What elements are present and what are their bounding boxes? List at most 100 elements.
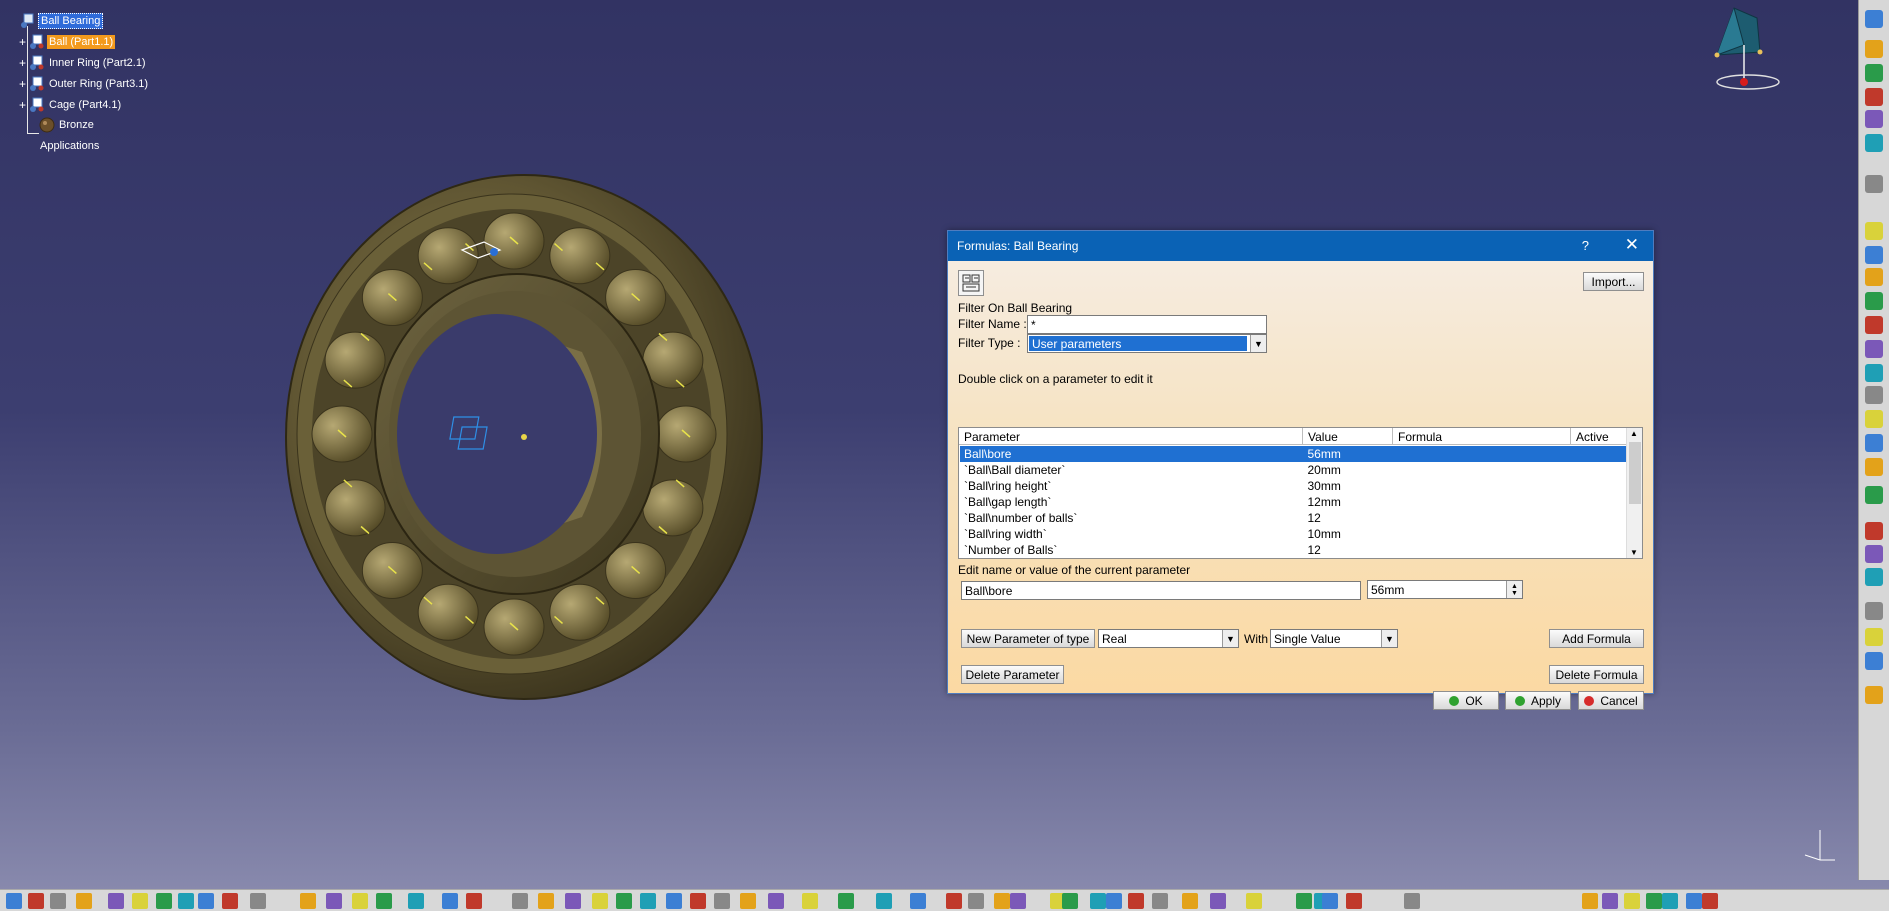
toolbar-tool-icon[interactable]	[1128, 893, 1144, 909]
toolbar-tool-icon[interactable]	[565, 893, 581, 909]
table-scrollbar[interactable]: ▲ ▼	[1626, 428, 1642, 558]
bearing-3d-model[interactable]	[262, 172, 767, 702]
toolbar-tool-icon[interactable]	[352, 893, 368, 909]
toolbar-tool-icon[interactable]	[76, 893, 92, 909]
chevron-down-icon[interactable]: ▼	[1250, 335, 1266, 352]
toolbar-tool-icon[interactable]	[1865, 545, 1883, 563]
toolbar-tool-icon[interactable]	[968, 893, 984, 909]
toolbar-tool-icon[interactable]	[1686, 893, 1702, 909]
toolbar-tool-icon[interactable]	[1602, 893, 1618, 909]
parameter-name-input[interactable]: Ball\bore	[961, 581, 1361, 600]
toolbar-tool-icon[interactable]	[1865, 88, 1883, 106]
tree-item-outer-ring[interactable]: + Outer Ring (Part3.1)	[18, 75, 150, 93]
toolbar-tool-icon[interactable]	[132, 893, 148, 909]
toolbar-tool-icon[interactable]	[1210, 893, 1226, 909]
table-row[interactable]: `Ball\number of balls` 12	[960, 510, 1628, 526]
table-row[interactable]: `Number of Balls` 12	[960, 542, 1628, 558]
toolbar-tool-icon[interactable]	[326, 893, 342, 909]
scroll-thumb[interactable]	[1629, 442, 1641, 504]
tree-root[interactable]: Ball Bearing	[20, 12, 104, 30]
toolbar-tool-icon[interactable]	[1865, 246, 1883, 264]
table-row[interactable]: `Ball\gap length` 12mm	[960, 494, 1628, 510]
toolbar-tool-icon[interactable]	[876, 893, 892, 909]
toolbar-tool-icon[interactable]	[300, 893, 316, 909]
tree-item-label[interactable]: Ball (Part1.1)	[47, 35, 116, 49]
toolbar-tool-icon[interactable]	[1582, 893, 1598, 909]
chevron-down-icon[interactable]: ▼	[1381, 630, 1397, 647]
toolbar-tool-icon[interactable]	[108, 893, 124, 909]
toolbar-tool-icon[interactable]	[994, 893, 1010, 909]
toolbar-tool-icon[interactable]	[740, 893, 756, 909]
toolbar-tool-icon[interactable]	[802, 893, 818, 909]
toolbar-tool-icon[interactable]	[28, 893, 44, 909]
toolbar-tool-icon[interactable]	[1404, 893, 1420, 909]
ok-button[interactable]: OK	[1433, 691, 1499, 710]
expand-icon[interactable]: +	[18, 99, 27, 111]
toolbar-tool-icon[interactable]	[1865, 386, 1883, 404]
tree-item-label[interactable]: Bronze	[57, 118, 96, 132]
filter-name-input[interactable]: *	[1027, 315, 1267, 334]
toolbar-tool-icon[interactable]	[1865, 686, 1883, 704]
toolbar-tool-icon[interactable]	[616, 893, 632, 909]
parameters-table[interactable]: Parameter Value Formula Active Ball\bore…	[958, 427, 1643, 559]
toolbar-tool-icon[interactable]	[1865, 10, 1883, 28]
toolbar-tool-icon[interactable]	[538, 893, 554, 909]
toolbar-tool-icon[interactable]	[1346, 893, 1362, 909]
toolbar-tool-icon[interactable]	[1865, 602, 1883, 620]
parameter-type-select[interactable]: Real ▼	[1098, 629, 1239, 648]
toolbar-tool-icon[interactable]	[376, 893, 392, 909]
tree-item-cage[interactable]: + Cage (Part4.1)	[18, 96, 123, 114]
column-header[interactable]: Active	[1571, 428, 1628, 445]
toolbar-tool-icon[interactable]	[1865, 568, 1883, 586]
toolbar-tool-icon[interactable]	[198, 893, 214, 909]
toolbar-tool-icon[interactable]	[1865, 652, 1883, 670]
import-button[interactable]: Import...	[1583, 272, 1644, 291]
toolbar-tool-icon[interactable]	[1865, 458, 1883, 476]
toolbar-tool-icon[interactable]	[666, 893, 682, 909]
toolbar-tool-icon[interactable]	[1865, 628, 1883, 646]
column-header[interactable]: Parameter	[959, 428, 1303, 445]
toolbar-tool-icon[interactable]	[838, 893, 854, 909]
add-formula-button[interactable]: Add Formula	[1549, 629, 1644, 648]
tree-item-label[interactable]: Applications	[38, 139, 101, 153]
toolbar-tool-icon[interactable]	[408, 893, 424, 909]
tree-item-applications[interactable]: Applications	[38, 137, 101, 155]
cancel-button[interactable]: Cancel	[1578, 691, 1644, 710]
toolbar-tool-icon[interactable]	[1865, 64, 1883, 82]
toolbar-tool-icon[interactable]	[1865, 268, 1883, 286]
toolbar-tool-icon[interactable]	[178, 893, 194, 909]
toolbar-tool-icon[interactable]	[1296, 893, 1312, 909]
toolbar-tool-icon[interactable]	[1106, 893, 1122, 909]
toolbar-tool-icon[interactable]	[1865, 434, 1883, 452]
toolbar-tool-icon[interactable]	[1865, 175, 1883, 193]
toolbar-tool-icon[interactable]	[1865, 110, 1883, 128]
toolbar-tool-icon[interactable]	[1062, 893, 1078, 909]
tree-item-label[interactable]: Inner Ring (Part2.1)	[47, 56, 148, 70]
apply-button[interactable]: Apply	[1505, 691, 1571, 710]
close-button[interactable]: ✕	[1625, 235, 1639, 255]
expand-icon[interactable]: +	[18, 78, 27, 90]
tree-item-label[interactable]: Cage (Part4.1)	[47, 98, 123, 112]
table-row[interactable]: `Ball\ring height` 30mm	[960, 478, 1628, 494]
filter-type-select[interactable]: User parameters ▼	[1027, 334, 1267, 353]
toolbar-tool-icon[interactable]	[50, 893, 66, 909]
toolbar-tool-icon[interactable]	[1624, 893, 1640, 909]
toolbar-tool-icon[interactable]	[946, 893, 962, 909]
scroll-down-icon[interactable]: ▼	[1630, 548, 1638, 557]
compass-icon[interactable]	[1700, 0, 1790, 95]
expand-icon[interactable]: +	[18, 57, 27, 69]
toolbar-tool-icon[interactable]	[592, 893, 608, 909]
toolbar-tool-icon[interactable]	[910, 893, 926, 909]
column-header[interactable]: Value	[1303, 428, 1393, 445]
tree-item-inner-ring[interactable]: + Inner Ring (Part2.1)	[18, 54, 148, 72]
dialog-title-bar[interactable]: Formulas: Ball Bearing ? ✕	[948, 231, 1653, 261]
toolbar-tool-icon[interactable]	[1865, 40, 1883, 58]
toolbar-tool-icon[interactable]	[1702, 893, 1718, 909]
toolbar-tool-icon[interactable]	[640, 893, 656, 909]
toolbar-tool-icon[interactable]	[222, 893, 238, 909]
parameter-value-input[interactable]: 56mm ▲ ▼	[1367, 580, 1523, 599]
toolbar-tool-icon[interactable]	[1090, 893, 1106, 909]
toolbar-tool-icon[interactable]	[1152, 893, 1168, 909]
toolbar-tool-icon[interactable]	[1865, 486, 1883, 504]
chevron-down-icon[interactable]: ▼	[1222, 630, 1238, 647]
